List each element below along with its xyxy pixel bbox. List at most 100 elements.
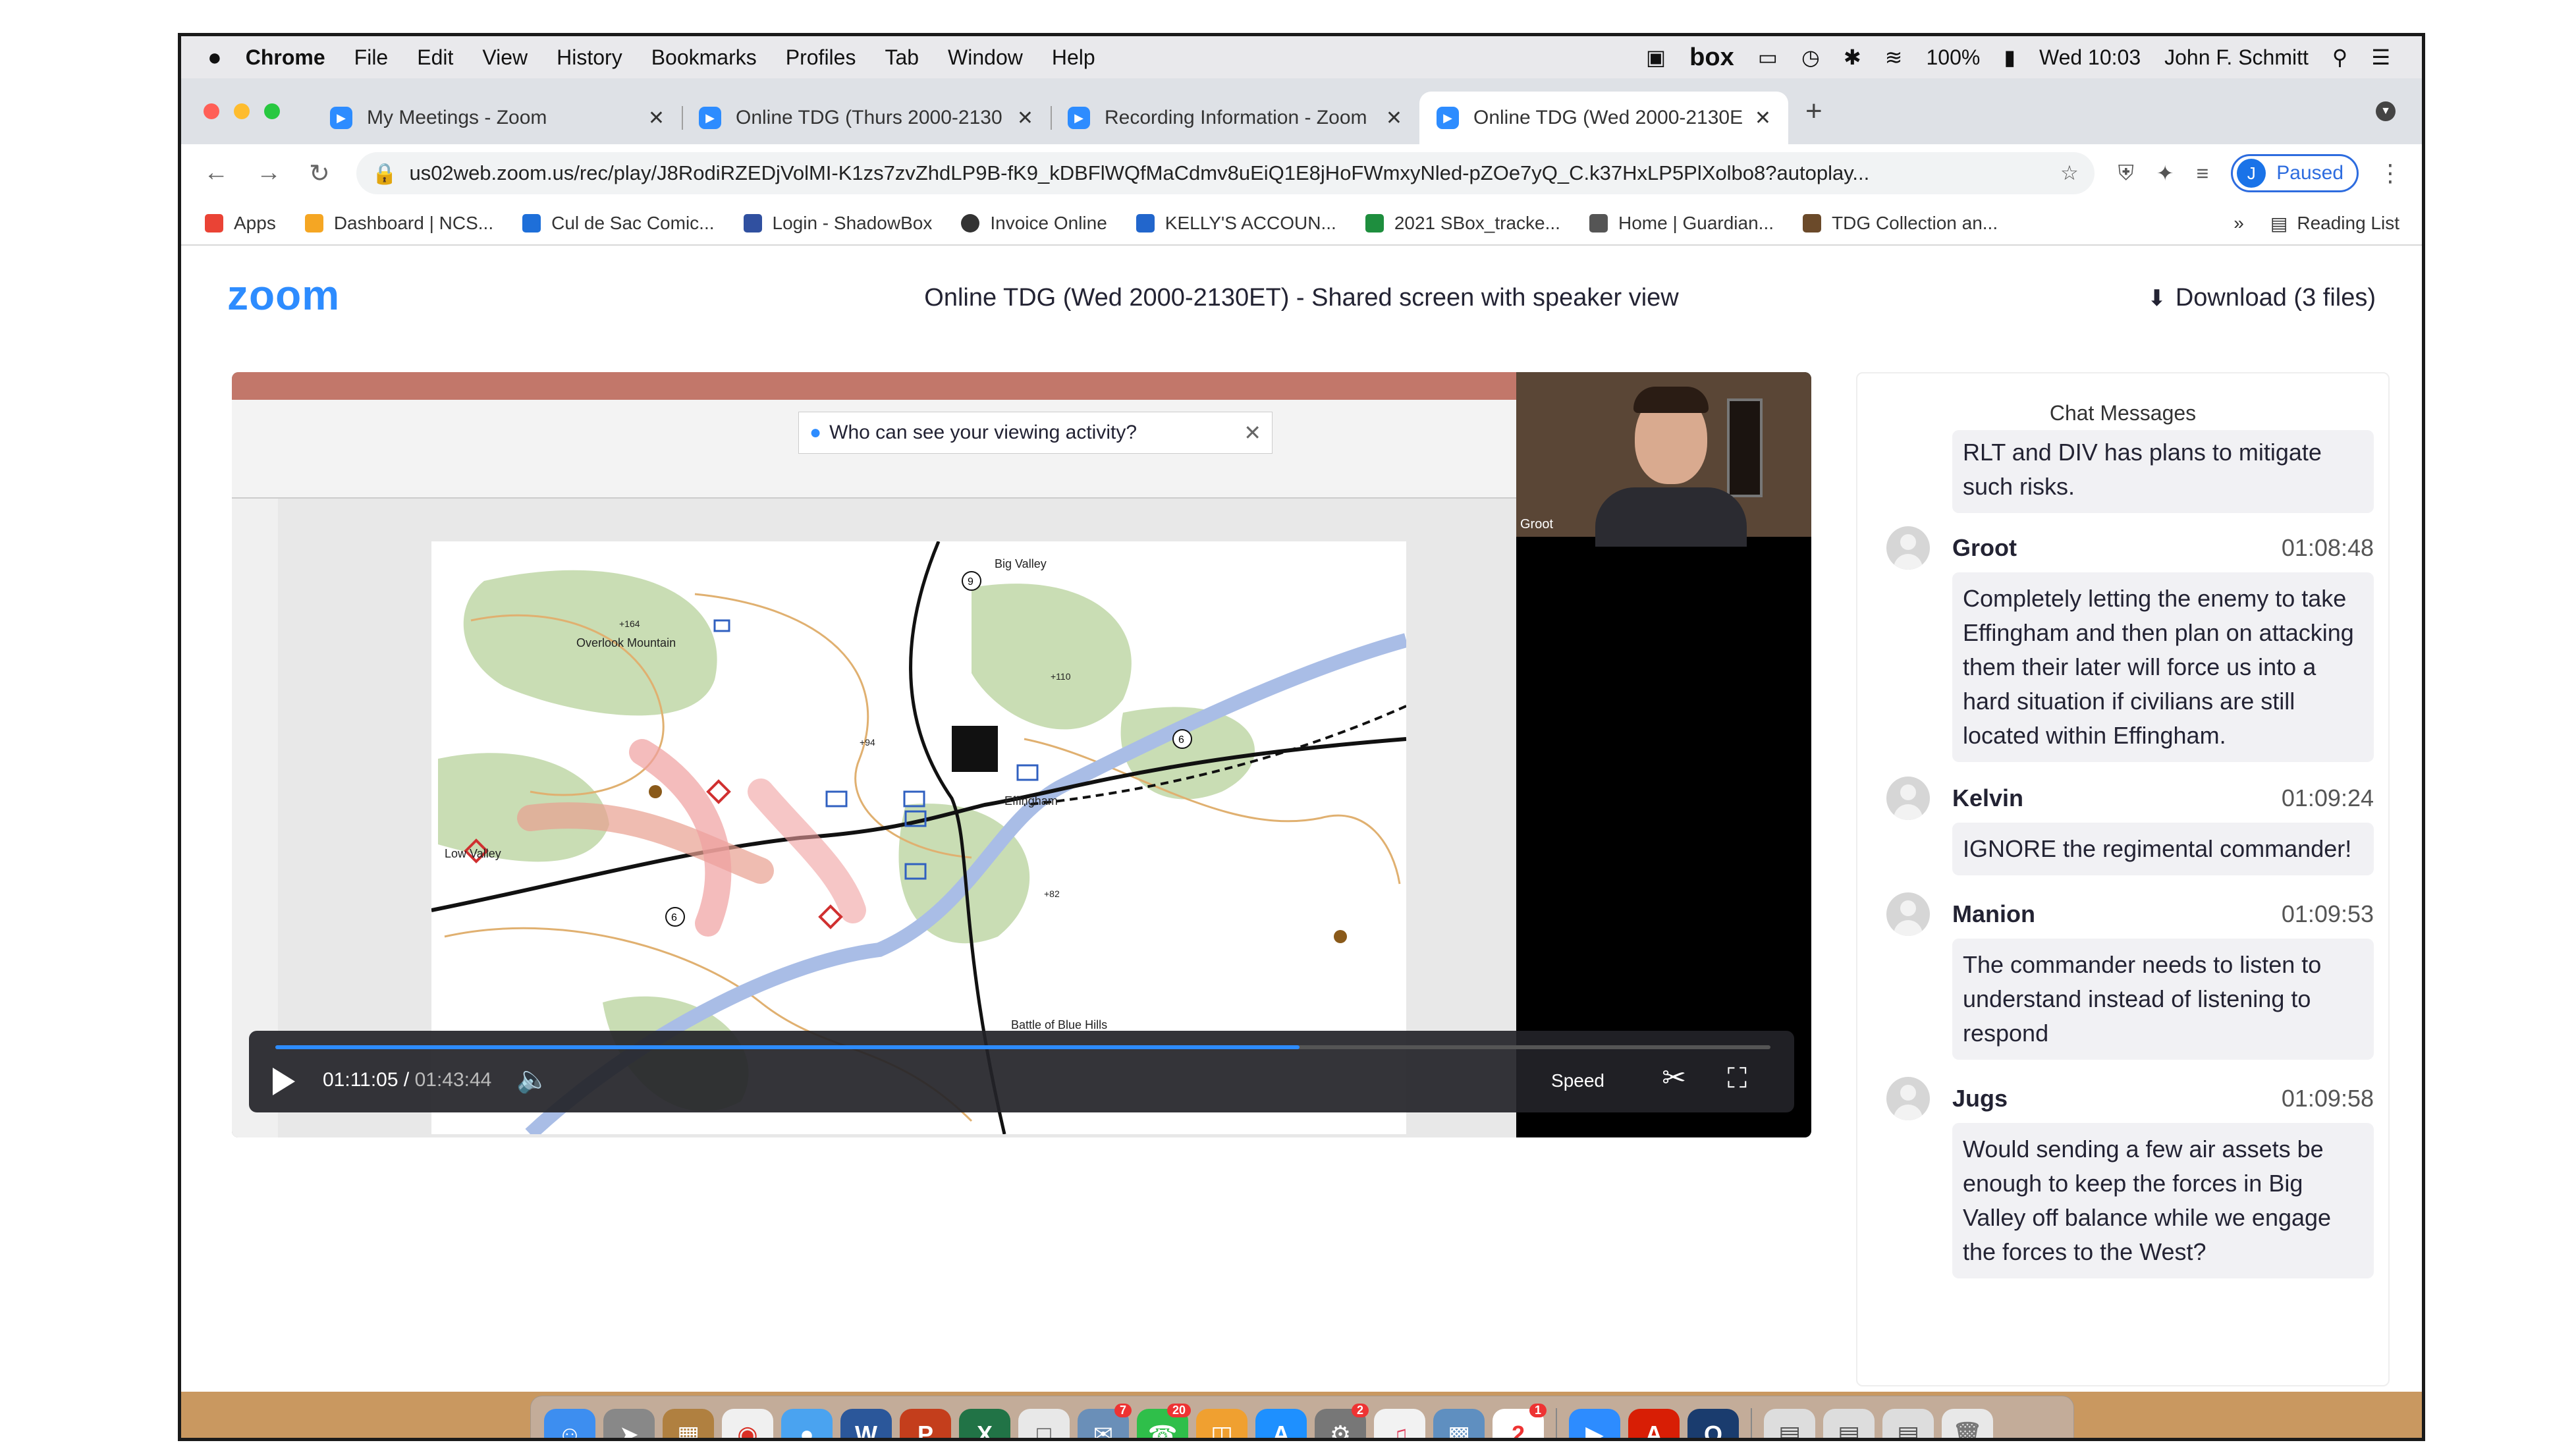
apple-icon[interactable]: ●	[207, 43, 222, 71]
facetime-icon[interactable]: ☎ 20	[1137, 1404, 1191, 1438]
app-store-icon[interactable]: A	[1255, 1409, 1307, 1438]
downloads-stack-icon[interactable]: ▤	[1764, 1409, 1815, 1438]
tab-recording-information[interactable]: ▶ Recording Information - Zoom ✕	[1051, 92, 1419, 144]
excel-icon[interactable]: X	[959, 1409, 1010, 1438]
close-tab-icon[interactable]: ✕	[1386, 107, 1402, 130]
video-player[interactable]: Big Valley Overlook Mountain +164 +110 +…	[232, 372, 1811, 1137]
launchpad-icon[interactable]: ➤	[603, 1409, 655, 1438]
viewing-activity-toast[interactable]: ● Who can see your viewing activity? ✕	[798, 412, 1273, 454]
airplay-icon[interactable]: ▭	[1758, 45, 1778, 70]
menu-app-name[interactable]: Chrome	[246, 45, 325, 70]
close-icon[interactable]: ✕	[1244, 420, 1261, 445]
acrobat-icon[interactable]: A	[1628, 1409, 1680, 1438]
mail-icon[interactable]: ✉ 7	[1078, 1404, 1132, 1438]
menu-history[interactable]: History	[557, 45, 622, 70]
close-tab-icon[interactable]: ✕	[1755, 107, 1771, 130]
menu-edit[interactable]: Edit	[417, 45, 453, 70]
media-control-icon[interactable]: ≡	[2197, 161, 2209, 186]
reading-list-button[interactable]: ▤ Reading List	[2270, 213, 2399, 234]
zoom-status-icon[interactable]: ▣	[1646, 45, 1666, 70]
comic-icon	[522, 214, 541, 232]
profile-button[interactable]: J Paused	[2231, 154, 2359, 192]
preview-icon[interactable]: □	[1018, 1409, 1070, 1438]
reload-icon[interactable]: ↻	[309, 159, 330, 188]
progress-bar[interactable]	[275, 1045, 1770, 1049]
menu-view[interactable]: View	[482, 45, 528, 70]
menu-clock[interactable]: Wed 10:03	[2039, 45, 2141, 70]
bookmark-invoice-online[interactable]: Invoice Online	[961, 213, 1107, 234]
new-tab-button[interactable]: +	[1805, 95, 1822, 128]
spotlight-icon[interactable]: ⚲	[2332, 45, 2347, 70]
menu-file[interactable]: File	[354, 45, 389, 70]
volume-icon[interactable]: 🔈	[516, 1064, 549, 1095]
chrome-menu-icon[interactable]: ⋮	[2378, 159, 2402, 187]
bookmark-cul-de-sac[interactable]: Cul de Sac Comic...	[522, 213, 715, 234]
bookmark-kellys-account[interactable]: KELLY'S ACCOUN...	[1136, 213, 1336, 234]
scissors-icon[interactable]: ✂	[1662, 1061, 1686, 1095]
word-icon[interactable]: W	[840, 1409, 892, 1438]
address-bar[interactable]: 🔒 us02web.zoom.us/rec/play/J8RodiRZEDjVo…	[356, 152, 2095, 194]
menu-bookmarks[interactable]: Bookmarks	[651, 45, 757, 70]
zoom-app-icon[interactable]: ▶	[1569, 1409, 1620, 1438]
menu-window[interactable]: Window	[948, 45, 1023, 70]
bookmark-shadowbox[interactable]: Login - ShadowBox	[743, 213, 932, 234]
tab-search-icon[interactable]: ▼	[2376, 101, 2396, 121]
bookmark-tdg-collection[interactable]: TDG Collection an...	[1803, 213, 1998, 234]
time-machine-icon[interactable]: ◷	[1801, 45, 1820, 70]
chrome-icon[interactable]: ◉	[722, 1409, 773, 1438]
bluetooth-icon[interactable]: ✱	[1844, 45, 1861, 70]
wifi-icon[interactable]: ≋	[1885, 45, 1903, 70]
music-icon[interactable]: ♫	[1374, 1409, 1425, 1438]
bookmark-sbox-tracker[interactable]: 2021 SBox_tracke...	[1365, 213, 1560, 234]
puzzle-icon[interactable]: ✦	[2156, 161, 2174, 186]
chat-timestamp[interactable]: 01:09:53	[2282, 900, 2374, 928]
messages-icon[interactable]: ●	[781, 1409, 833, 1438]
system-preferences-icon[interactable]: ⚙ 2	[1315, 1404, 1369, 1438]
box-status-icon[interactable]: box	[1689, 43, 1734, 72]
close-tab-icon[interactable]: ✕	[648, 107, 665, 130]
menu-profiles[interactable]: Profiles	[786, 45, 856, 70]
close-window-button[interactable]	[204, 103, 219, 119]
chat-timestamp[interactable]: 01:09:58	[2282, 1085, 2374, 1112]
bookmark-dashboard[interactable]: Dashboard | NCS...	[304, 213, 493, 234]
battery-percent[interactable]: 100%	[1926, 45, 1980, 70]
wall-frame	[1727, 398, 1763, 497]
books-icon[interactable]: ◫	[1196, 1409, 1247, 1438]
menu-help[interactable]: Help	[1052, 45, 1095, 70]
quicktime-icon[interactable]: Q	[1687, 1409, 1739, 1438]
image-capture-icon[interactable]: ▩	[1433, 1409, 1485, 1438]
forward-arrow-icon[interactable]: →	[256, 159, 281, 188]
chat-timestamp[interactable]: 01:09:24	[2282, 784, 2374, 812]
bookmark-star-icon[interactable]: ☆	[2060, 161, 2079, 185]
tab-online-tdg-thurs[interactable]: ▶ Online TDG (Thurs 2000-2130 ✕	[682, 92, 1051, 144]
menu-tab[interactable]: Tab	[885, 45, 919, 70]
play-icon[interactable]	[273, 1068, 295, 1095]
chat-timestamp[interactable]: 01:08:48	[2282, 534, 2374, 562]
bookmarks-overflow-button[interactable]: »	[2233, 213, 2244, 234]
terrain-area	[972, 584, 1132, 730]
documents-stack-icon[interactable]: ▤	[1823, 1409, 1875, 1438]
minimize-window-button[interactable]	[234, 103, 250, 119]
speed-button[interactable]: Speed	[1551, 1070, 1604, 1091]
recent-stack-icon[interactable]: ▤	[1882, 1409, 1934, 1438]
notes-folder-icon[interactable]: ▦	[663, 1409, 714, 1438]
control-center-icon[interactable]: ☰	[2371, 45, 2390, 70]
maximize-window-button[interactable]	[264, 103, 280, 119]
bookmark-guardian[interactable]: Home | Guardian...	[1589, 213, 1774, 234]
url-text[interactable]: us02web.zoom.us/rec/play/J8RodiRZEDjVolM…	[409, 161, 2047, 185]
battery-icon[interactable]: ▮	[2004, 45, 2015, 70]
download-button[interactable]: ⬇ Download (3 files)	[2147, 284, 2376, 312]
tab-my-meetings[interactable]: ▶ My Meetings - Zoom ✕	[313, 92, 682, 144]
bookmark-apps[interactable]: Apps	[205, 213, 276, 234]
lock-icon[interactable]: 🔒	[372, 161, 398, 186]
powerpoint-icon[interactable]: P	[900, 1409, 951, 1438]
close-tab-icon[interactable]: ✕	[1017, 107, 1033, 130]
tab-online-tdg-wed[interactable]: ▶ Online TDG (Wed 2000-2130E ✕	[1419, 92, 1788, 144]
fullscreen-icon[interactable]: ⛶	[1728, 1062, 1747, 1095]
menu-user[interactable]: John F. Schmitt	[2164, 45, 2309, 70]
trash-icon[interactable]: 🗑	[1942, 1409, 1993, 1438]
calendar-icon[interactable]: 21	[1493, 1404, 1547, 1438]
shield-icon[interactable]: ⛨	[2118, 161, 2134, 186]
back-arrow-icon[interactable]: ←	[204, 159, 229, 188]
finder-icon[interactable]: ☺	[544, 1409, 595, 1438]
